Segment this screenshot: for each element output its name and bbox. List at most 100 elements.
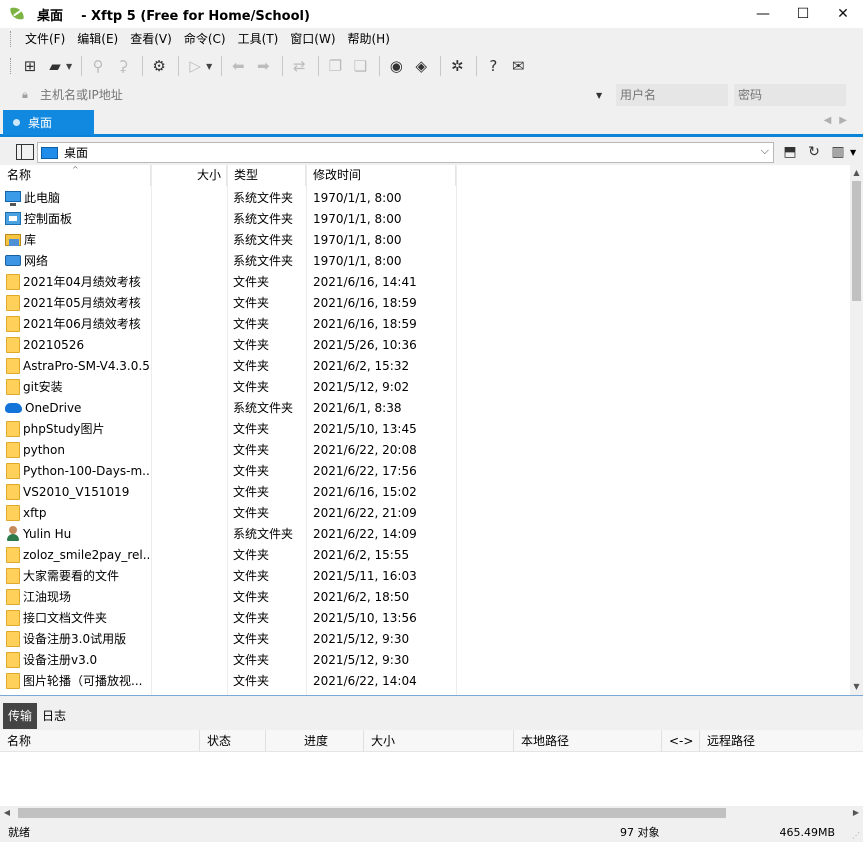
xmanager-icon[interactable]: ◈ xyxy=(410,55,432,77)
tab-scroll-arrows-icon[interactable]: ◀▶ xyxy=(824,115,855,126)
transfer-icon[interactable]: ▷ xyxy=(184,55,206,77)
file-row[interactable]: 接口文档文件夹 文件夹 2021/5/10, 13:56 xyxy=(0,607,850,628)
file-row[interactable]: 2021年06月绩效考核 文件夹 2021/6/16, 18:59 xyxy=(0,313,850,334)
help-icon[interactable]: ? xyxy=(482,55,504,77)
path-combobox[interactable]: 桌面 ⌵ xyxy=(37,142,774,163)
properties-icon[interactable]: ⚙ xyxy=(148,55,170,77)
open-folder-icon[interactable]: ▰ xyxy=(44,55,66,77)
file-name: 图片轮播（可播放视... xyxy=(23,674,143,688)
transfer-col-progress[interactable]: 进度 xyxy=(266,730,364,752)
file-row[interactable]: 2021年05月绩效考核 文件夹 2021/6/16, 18:59 xyxy=(0,292,850,313)
new-session-icon[interactable]: ⊞ xyxy=(19,55,41,77)
file-row[interactable]: python 文件夹 2021/6/22, 20:08 xyxy=(0,439,850,460)
disconnect-icon[interactable]: ⚳ xyxy=(112,55,134,77)
file-row[interactable]: phpStudy图片 文件夹 2021/5/10, 13:45 xyxy=(0,418,850,439)
file-type: 文件夹 xyxy=(233,569,270,583)
minimize-button[interactable]: — xyxy=(743,0,783,28)
resize-grip-icon[interactable]: ⋰ xyxy=(852,831,860,840)
menu-grip[interactable] xyxy=(10,31,13,47)
sync-icon[interactable]: ⇄ xyxy=(288,55,310,77)
open-dropdown-icon[interactable]: ▼ xyxy=(66,62,72,71)
file-row[interactable]: xftp 文件夹 2021/6/22, 21:09 xyxy=(0,502,850,523)
parent-folder-icon[interactable]: ⬒ xyxy=(778,142,802,162)
file-row[interactable]: Yulin Hu 系统文件夹 2021/6/22, 14:09 xyxy=(0,523,850,544)
column-type[interactable]: 类型 xyxy=(227,165,306,186)
menu-tools[interactable]: 工具(T) xyxy=(232,29,285,49)
scroll-left-icon[interactable]: ◀ xyxy=(0,806,14,820)
scroll-right-icon[interactable]: ▶ xyxy=(849,806,863,820)
file-row[interactable]: 江油现场 文件夹 2021/6/2, 18:50 xyxy=(0,586,850,607)
file-row[interactable]: OneDrive 系统文件夹 2021/6/1, 8:38 xyxy=(0,397,850,418)
scroll-up-icon[interactable]: ▲ xyxy=(850,167,863,179)
file-row[interactable]: 2021年04月绩效考核 文件夹 2021/6/16, 14:41 xyxy=(0,271,850,292)
connect-icon[interactable]: ⚲ xyxy=(87,55,109,77)
file-row[interactable]: 控制面板 系统文件夹 1970/1/1, 8:00 xyxy=(0,208,850,229)
file-name: 20210526 xyxy=(23,337,85,352)
file-list: 名称 ^ 大小 类型 修改时间 此电脑 系统文件夹 1970/1/1, 8:00 控制面… xyxy=(0,165,863,695)
file-row[interactable]: VS2010_V151019 文件夹 2021/6/16, 15:02 xyxy=(0,481,850,502)
transfer-col-status[interactable]: 状态 xyxy=(200,730,266,752)
transfer-col-remote-path[interactable]: 远程路径 xyxy=(700,730,863,752)
tab-desktop[interactable]: 桌面 xyxy=(3,110,94,135)
file-name-cell: python xyxy=(0,441,151,458)
xftp-logo-icon xyxy=(9,6,25,22)
host-input[interactable] xyxy=(40,84,596,106)
file-row[interactable]: 图片轮播（可播放视... 文件夹 2021/6/22, 14:04 xyxy=(0,670,850,691)
file-row[interactable]: AstraPro-SM-V4.3.0.5 文件夹 2021/6/2, 15:32 xyxy=(0,355,850,376)
menu-command[interactable]: 命令(C) xyxy=(178,29,232,49)
menu-help[interactable]: 帮助(H) xyxy=(342,29,396,49)
hscroll-thumb[interactable] xyxy=(18,808,726,818)
paste-icon[interactable]: ❏ xyxy=(349,55,371,77)
file-row[interactable]: git安装 文件夹 2021/5/12, 9:02 xyxy=(0,376,850,397)
computer-icon xyxy=(5,191,21,206)
close-button[interactable]: ✕ xyxy=(823,0,863,28)
scroll-thumb[interactable] xyxy=(852,181,861,301)
file-row[interactable]: 库 系统文件夹 1970/1/1, 8:00 xyxy=(0,229,850,250)
tab-log[interactable]: 日志 xyxy=(37,703,71,729)
transfer-dropdown-icon[interactable]: ▼ xyxy=(206,62,212,71)
host-dropdown-icon[interactable]: ▼ xyxy=(596,91,610,100)
view-mode-icon[interactable]: ▥ xyxy=(826,142,850,162)
file-row[interactable]: 设备注册v3.0 文件夹 2021/5/12, 9:30 xyxy=(0,649,850,670)
toggle-panel-icon[interactable] xyxy=(16,144,34,160)
copy-icon[interactable]: ❐ xyxy=(324,55,346,77)
feedback-icon[interactable]: ✉ xyxy=(507,55,529,77)
xshell-icon[interactable]: ◉ xyxy=(385,55,407,77)
column-size[interactable]: 大小 xyxy=(151,165,227,186)
column-name[interactable]: 名称 ^ xyxy=(0,165,151,186)
file-list-scrollbar[interactable]: ▲ ▼ xyxy=(850,165,863,695)
menu-file[interactable]: 文件(F) xyxy=(19,29,71,49)
transfer-col-size[interactable]: 大小 xyxy=(364,730,514,752)
username-input[interactable] xyxy=(616,84,728,106)
menu-window[interactable]: 窗口(W) xyxy=(284,29,341,49)
password-input[interactable] xyxy=(734,84,846,106)
settings-gear-icon[interactable]: ✲ xyxy=(446,55,468,77)
file-row[interactable]: Python-100-Days-m... 文件夹 2021/6/22, 17:56 xyxy=(0,460,850,481)
transfer-col-name[interactable]: 名称 xyxy=(0,730,200,752)
file-row[interactable]: 20210526 文件夹 2021/5/26, 10:36 xyxy=(0,334,850,355)
back-arrow-icon[interactable]: ⬅ xyxy=(227,55,249,77)
maximize-button[interactable]: ☐ xyxy=(783,0,823,28)
transfer-col-direction[interactable]: <-> xyxy=(662,730,700,752)
forward-arrow-icon[interactable]: ➡ xyxy=(252,55,274,77)
file-modified: 1970/1/1, 8:00 xyxy=(313,211,402,226)
toolbar-grip[interactable] xyxy=(10,58,13,74)
transfer-hscrollbar[interactable]: ◀ ▶ xyxy=(0,806,863,820)
file-row[interactable]: 设备注册3.0试用版 文件夹 2021/5/12, 9:30 xyxy=(0,628,850,649)
refresh-icon[interactable]: ↻ xyxy=(802,142,826,162)
scroll-down-icon[interactable]: ▼ xyxy=(850,681,863,693)
path-dropdown-icon[interactable]: ⌵ xyxy=(761,144,769,158)
folder-icon xyxy=(6,315,20,332)
file-row[interactable]: 网络 系统文件夹 1970/1/1, 8:00 xyxy=(0,250,850,271)
menu-view[interactable]: 查看(V) xyxy=(124,29,178,49)
column-modified[interactable]: 修改时间 xyxy=(306,165,456,186)
file-row[interactable]: zoloz_smile2pay_rel... 文件夹 2021/6/2, 15:55 xyxy=(0,544,850,565)
tab-transfer[interactable]: 传输 xyxy=(3,703,38,729)
file-name: Python-100-Days-m... xyxy=(23,463,151,478)
pane-splitter[interactable] xyxy=(0,695,863,701)
view-mode-dropdown-icon[interactable]: ▼ xyxy=(850,148,856,157)
file-row[interactable]: 大家需要看的文件 文件夹 2021/5/11, 16:03 xyxy=(0,565,850,586)
menu-edit[interactable]: 编辑(E) xyxy=(71,29,124,49)
file-row[interactable]: 此电脑 系统文件夹 1970/1/1, 8:00 xyxy=(0,187,850,208)
transfer-col-local-path[interactable]: 本地路径 xyxy=(514,730,662,752)
